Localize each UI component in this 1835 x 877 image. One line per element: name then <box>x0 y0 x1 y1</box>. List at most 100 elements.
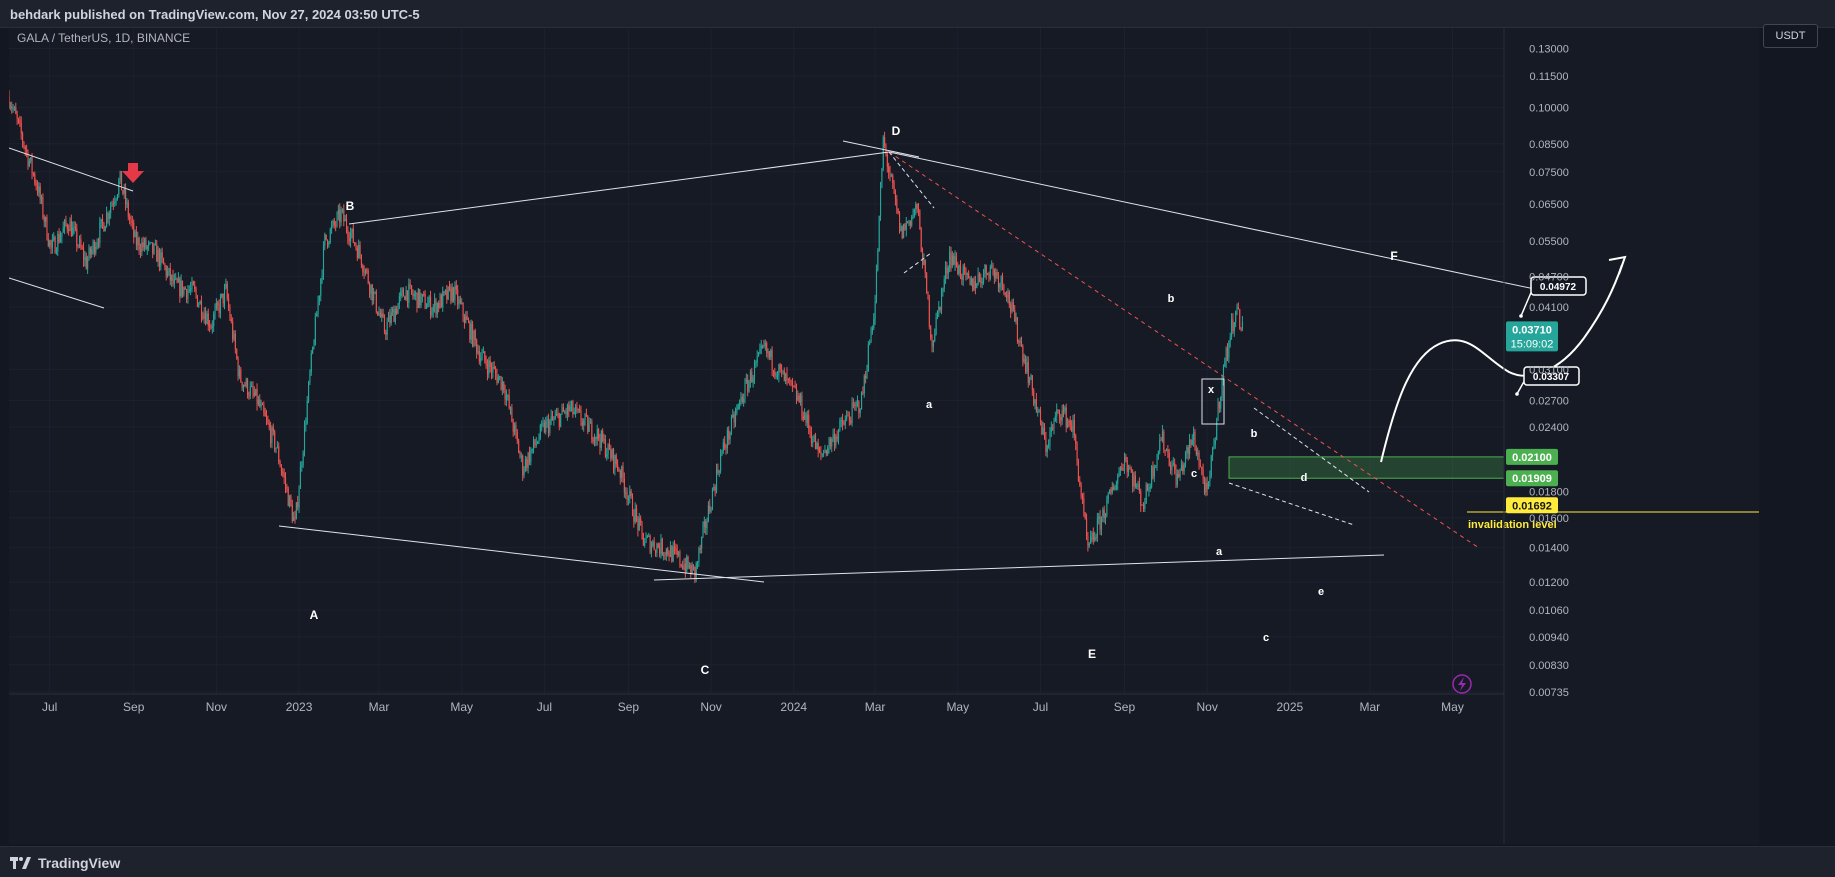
candle-body <box>928 299 930 327</box>
candle-body <box>668 554 670 557</box>
candle-body <box>848 416 850 421</box>
candle-body <box>766 343 768 353</box>
candle-body <box>787 378 789 380</box>
candle-body <box>575 406 577 413</box>
candle-body <box>720 454 722 472</box>
candle-body <box>207 313 209 326</box>
candle-body <box>846 415 848 420</box>
candle-body <box>663 554 665 556</box>
candle-body <box>863 375 865 394</box>
candle-body <box>35 182 37 187</box>
candle-body <box>1006 294 1008 298</box>
candle-body <box>497 377 499 384</box>
candle-body <box>377 311 379 315</box>
dashed-wedge-2 <box>903 252 932 274</box>
candle-body <box>160 252 162 267</box>
candle-body <box>259 399 261 407</box>
candle-body <box>905 222 907 230</box>
candle-body <box>1098 516 1100 519</box>
candle-body <box>424 294 426 309</box>
candle-body <box>734 412 737 423</box>
candle-body <box>283 474 285 478</box>
candle-body <box>622 466 624 479</box>
candle-body <box>294 516 296 519</box>
candle-body <box>630 491 632 497</box>
candle-body <box>729 432 731 440</box>
candle-body <box>610 449 612 459</box>
candle-body <box>1053 420 1055 428</box>
candle-body <box>530 450 532 463</box>
candle-body <box>665 548 667 556</box>
price-tick-label: 0.02700 <box>1529 396 1569 408</box>
candle-body <box>1156 454 1158 467</box>
candle-body <box>518 440 520 454</box>
candle-body <box>875 270 878 302</box>
candle-body <box>655 549 657 553</box>
time-tick-label: Nov <box>700 700 721 714</box>
candle-body <box>1030 375 1032 380</box>
candle-body <box>1049 431 1051 446</box>
candle-body <box>785 373 787 382</box>
candle-body <box>112 203 114 205</box>
candle-body <box>577 409 579 411</box>
candle-body <box>1050 427 1052 432</box>
candle-body <box>251 386 253 388</box>
candle-body <box>747 379 749 392</box>
candle-body <box>640 518 642 523</box>
candle-body <box>554 415 556 419</box>
candle-body <box>759 348 761 353</box>
candle-body <box>84 256 86 261</box>
candle-body <box>930 326 932 339</box>
wave-label-minor: x <box>1208 384 1215 396</box>
time-tick-label: 2023 <box>286 700 313 714</box>
candle-body <box>327 239 329 246</box>
candle-body <box>1038 410 1040 412</box>
target-anchor-dot <box>1519 314 1523 318</box>
candle-body <box>1099 516 1101 530</box>
candle-body <box>78 239 81 246</box>
candle-body <box>758 352 760 357</box>
candle-body <box>1041 421 1043 434</box>
candle-body <box>1144 503 1146 509</box>
candle-body <box>550 416 552 422</box>
candle-body <box>70 220 72 237</box>
candle-body <box>596 429 598 440</box>
candle-body <box>339 209 341 222</box>
time-tick-label: Sep <box>1114 700 1136 714</box>
price-chart[interactable]: ABCDEFabxcbdaecinvalidation level0.04972… <box>9 28 1759 844</box>
candle-body <box>381 313 383 318</box>
footer: TradingView <box>0 846 1835 877</box>
price-tick-label: 0.03100 <box>1529 365 1569 377</box>
candle-body <box>767 351 769 353</box>
candle-body <box>89 247 91 255</box>
candle-body <box>256 389 258 405</box>
candle-body <box>538 438 540 443</box>
candle-body <box>1060 416 1062 421</box>
currency-button[interactable]: USDT <box>1763 24 1818 48</box>
candle-body <box>835 436 837 446</box>
candle-body <box>9 96 10 107</box>
candle-body <box>240 369 242 382</box>
candle-body <box>386 322 388 335</box>
tradingview-logo[interactable]: TradingView <box>10 855 120 871</box>
candle-body <box>180 280 182 297</box>
chart-panel[interactable]: A B C D E Fa b x c b d a e c invalidation level 0.04972… <box>9 24 1818 844</box>
candle-body <box>1072 420 1074 432</box>
candle-body <box>682 565 684 569</box>
candle-body <box>484 351 486 361</box>
price-tick-label: 0.00735 <box>1529 687 1569 699</box>
candle-body <box>183 287 185 295</box>
candle-body <box>177 278 180 283</box>
candle-body <box>842 420 844 425</box>
candle-body <box>396 309 398 314</box>
candle-body <box>1027 362 1029 384</box>
candle-body <box>782 370 784 372</box>
candle-body <box>636 508 638 517</box>
candle-body <box>60 237 62 243</box>
candle-body <box>482 351 484 354</box>
candle-body <box>1184 452 1187 463</box>
candle-body <box>131 221 133 223</box>
candle-body <box>768 351 770 357</box>
candle-body <box>798 395 800 403</box>
candle-body <box>47 239 49 246</box>
